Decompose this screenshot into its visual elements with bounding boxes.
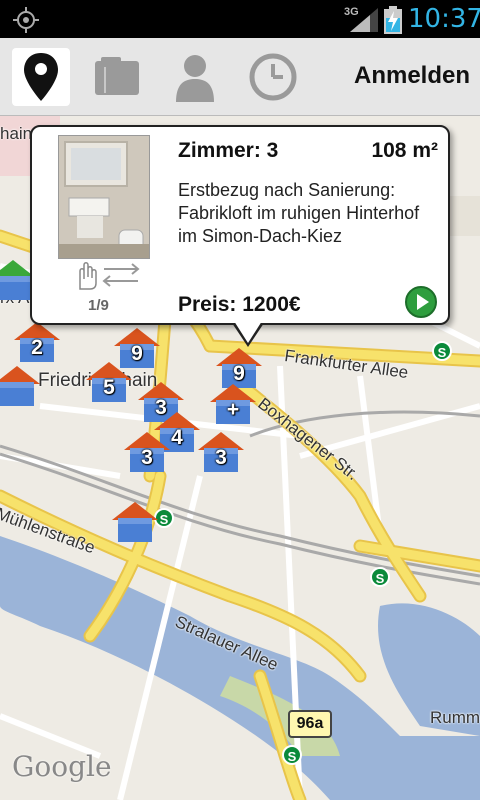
folder-icon <box>95 57 139 95</box>
house-marker[interactable]: + <box>206 380 260 428</box>
tab-profile[interactable] <box>166 48 224 106</box>
tab-map[interactable] <box>12 48 70 106</box>
listing-description: Erstbezug nach Sanierung: Fabrikloft im … <box>178 180 420 246</box>
gps-icon <box>13 7 39 33</box>
sbahn-icon: S <box>432 341 452 361</box>
status-bar: 3G 10:37 <box>0 0 480 38</box>
person-icon <box>176 55 214 102</box>
street-label-hain: hain <box>0 124 33 143</box>
house-marker[interactable] <box>0 362 44 410</box>
tab-folder[interactable] <box>88 48 146 106</box>
house-marker[interactable]: 3 <box>120 428 174 476</box>
house-marker[interactable] <box>108 498 162 546</box>
rooms-label: Zimmer: 3 <box>178 139 279 162</box>
house-marker[interactable]: 3 <box>194 428 248 476</box>
login-button[interactable]: Anmelden <box>354 62 470 90</box>
area-label: 108 m² <box>371 139 438 162</box>
clock-time: 10:37 <box>408 4 480 34</box>
popup-pointer <box>234 321 262 343</box>
marker-count: 5 <box>103 376 115 399</box>
tab-history[interactable] <box>244 48 302 106</box>
street-label-rumm: Rumm <box>430 708 480 727</box>
house-marker[interactable]: 5 <box>82 358 136 406</box>
marker-count: 2 <box>31 336 43 359</box>
marker-count: 3 <box>215 446 227 469</box>
route-shield: 96a <box>288 710 332 738</box>
listing-photo[interactable] <box>58 135 150 259</box>
clock-icon <box>249 53 297 101</box>
sbahn-icon: S <box>370 567 390 587</box>
map-pin-icon <box>24 53 58 101</box>
house-marker[interactable]: 2 <box>10 318 64 366</box>
photo-counter: 1/9 <box>88 297 109 314</box>
swipe-gesture-icon <box>79 262 140 290</box>
toolbar: Anmelden <box>0 38 480 116</box>
play-icon[interactable] <box>404 285 438 319</box>
marker-count: + <box>226 398 240 421</box>
sbahn-icon: S <box>282 745 302 765</box>
signal-icon: 3G <box>344 6 378 32</box>
listing-popup[interactable]: 1/9 Zimmer: 3 108 m² Erstbezug nach Sani… <box>30 125 450 347</box>
battery-charging-icon <box>384 6 402 34</box>
google-logo: Google <box>12 750 112 783</box>
marker-count: 3 <box>141 446 153 469</box>
price-label: Preis: 1200€ <box>178 293 301 316</box>
